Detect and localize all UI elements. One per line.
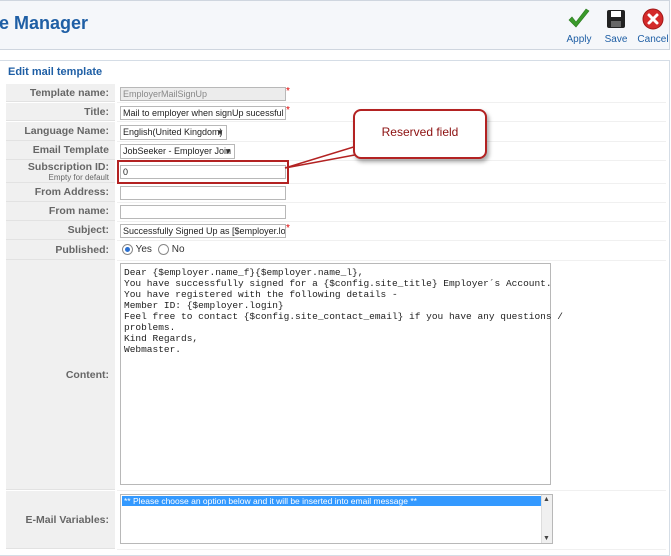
listbox-scrollbar[interactable]: ▲ ▼ bbox=[541, 495, 552, 543]
from-name-row: From name: bbox=[6, 202, 666, 222]
language-row: Language Name: English(United Kingdom) ▼ bbox=[6, 122, 666, 142]
content-line: problems. bbox=[124, 322, 176, 333]
published-yes-option[interactable]: Yes bbox=[122, 240, 152, 260]
content-line: Dear {$employer.name_f}{$employer.name_l… bbox=[124, 267, 364, 278]
email-variables-listbox[interactable]: ** Please choose an option below and it … bbox=[120, 494, 553, 544]
subscription-highlight-box bbox=[117, 160, 289, 184]
scroll-down-icon[interactable]: ▼ bbox=[543, 535, 550, 542]
required-mark: * bbox=[286, 105, 290, 116]
chevron-down-icon: ▼ bbox=[216, 128, 224, 137]
template-name-label: Template name: bbox=[6, 84, 115, 102]
toolbar-header: e Manager Apply Save Cancel bbox=[0, 0, 670, 50]
checkmark-icon bbox=[568, 8, 590, 28]
required-mark: * bbox=[286, 86, 290, 97]
panel-legend: Edit mail template bbox=[6, 66, 105, 78]
variables-selected-option[interactable]: ** Please choose an option below and it … bbox=[122, 496, 541, 506]
scroll-up-icon[interactable]: ▲ bbox=[543, 496, 550, 503]
subscription-label: Subscription ID: bbox=[27, 161, 109, 173]
from-address-field[interactable] bbox=[120, 186, 286, 200]
cancel-label: Cancel bbox=[637, 34, 669, 45]
subject-label: Subject: bbox=[6, 221, 115, 240]
radio-no[interactable] bbox=[158, 243, 169, 255]
variables-row: E-Mail Variables: ** Please choose an op… bbox=[6, 491, 666, 550]
content-line: Webmaster. bbox=[124, 344, 182, 355]
published-yes-label: Yes bbox=[135, 244, 152, 255]
content-line: Member ID: {$employer.login} bbox=[124, 300, 284, 311]
page-title: e Manager bbox=[0, 13, 89, 33]
cancel-button[interactable]: Cancel bbox=[633, 7, 671, 45]
from-name-label: From name: bbox=[6, 202, 115, 221]
save-button[interactable]: Save bbox=[596, 7, 636, 45]
language-select-value: English(United Kingdom) bbox=[123, 127, 223, 137]
content-textarea[interactable]: Dear {$employer.name_f}{$employer.name_l… bbox=[120, 263, 563, 485]
subscription-label-cell: Subscription ID: Empty for default bbox=[6, 160, 115, 183]
published-label: Published: bbox=[6, 240, 115, 260]
group-select-value: JobSeeker - Employer Join bbox=[123, 146, 232, 156]
published-row: Published: Yes No bbox=[6, 240, 666, 261]
apply-button[interactable]: Apply bbox=[559, 7, 599, 45]
cancel-icon bbox=[642, 8, 664, 30]
subject-field[interactable]: Successfully Signed Up as [$employer.log… bbox=[120, 224, 286, 238]
required-mark: * bbox=[286, 223, 290, 234]
group-label: Email Template Group: bbox=[6, 141, 115, 175]
template-name-field: EmployerMailSignUp bbox=[120, 87, 286, 101]
published-no-label: No bbox=[171, 244, 185, 255]
language-select[interactable]: English(United Kingdom) ▼ bbox=[120, 125, 227, 140]
content-line: Kind Regards, bbox=[124, 333, 199, 344]
from-address-label: From Address: bbox=[6, 183, 115, 202]
content-line: Feel free to contact {$config.site_conta… bbox=[124, 311, 563, 322]
content-line: You have successfully signed for a {$con… bbox=[124, 278, 552, 289]
subject-row: Subject: Successfully Signed Up as [$emp… bbox=[6, 221, 666, 241]
title-label: Title: bbox=[6, 103, 115, 121]
published-no-option[interactable]: No bbox=[158, 240, 185, 260]
subscription-sublabel: Empty for default bbox=[48, 173, 109, 182]
language-label: Language Name: bbox=[6, 122, 115, 141]
group-select[interactable]: JobSeeker - Employer Join ▼ bbox=[120, 144, 235, 159]
from-name-field[interactable] bbox=[120, 205, 286, 219]
content-line: You have registered with the following d… bbox=[124, 289, 398, 300]
title-row: Title: Mail to employer when signUp suce… bbox=[6, 103, 666, 122]
variables-label: E-Mail Variables: bbox=[6, 491, 115, 549]
template-name-row: Template name: EmployerMailSignUp * bbox=[6, 84, 666, 103]
save-label: Save bbox=[604, 34, 628, 45]
from-address-row: From Address: bbox=[6, 183, 666, 203]
chevron-down-icon: ▼ bbox=[224, 147, 232, 156]
title-field[interactable]: Mail to employer when signUp sucessful bbox=[120, 106, 286, 120]
content-label: Content: bbox=[6, 260, 115, 490]
reserved-field-callout: Reserved field bbox=[353, 109, 487, 159]
content-row: Content: Dear {$employer.name_f}{$employ… bbox=[6, 260, 666, 491]
radio-yes[interactable] bbox=[122, 243, 133, 255]
apply-label: Apply bbox=[566, 34, 592, 45]
floppy-disk-icon bbox=[607, 10, 625, 28]
